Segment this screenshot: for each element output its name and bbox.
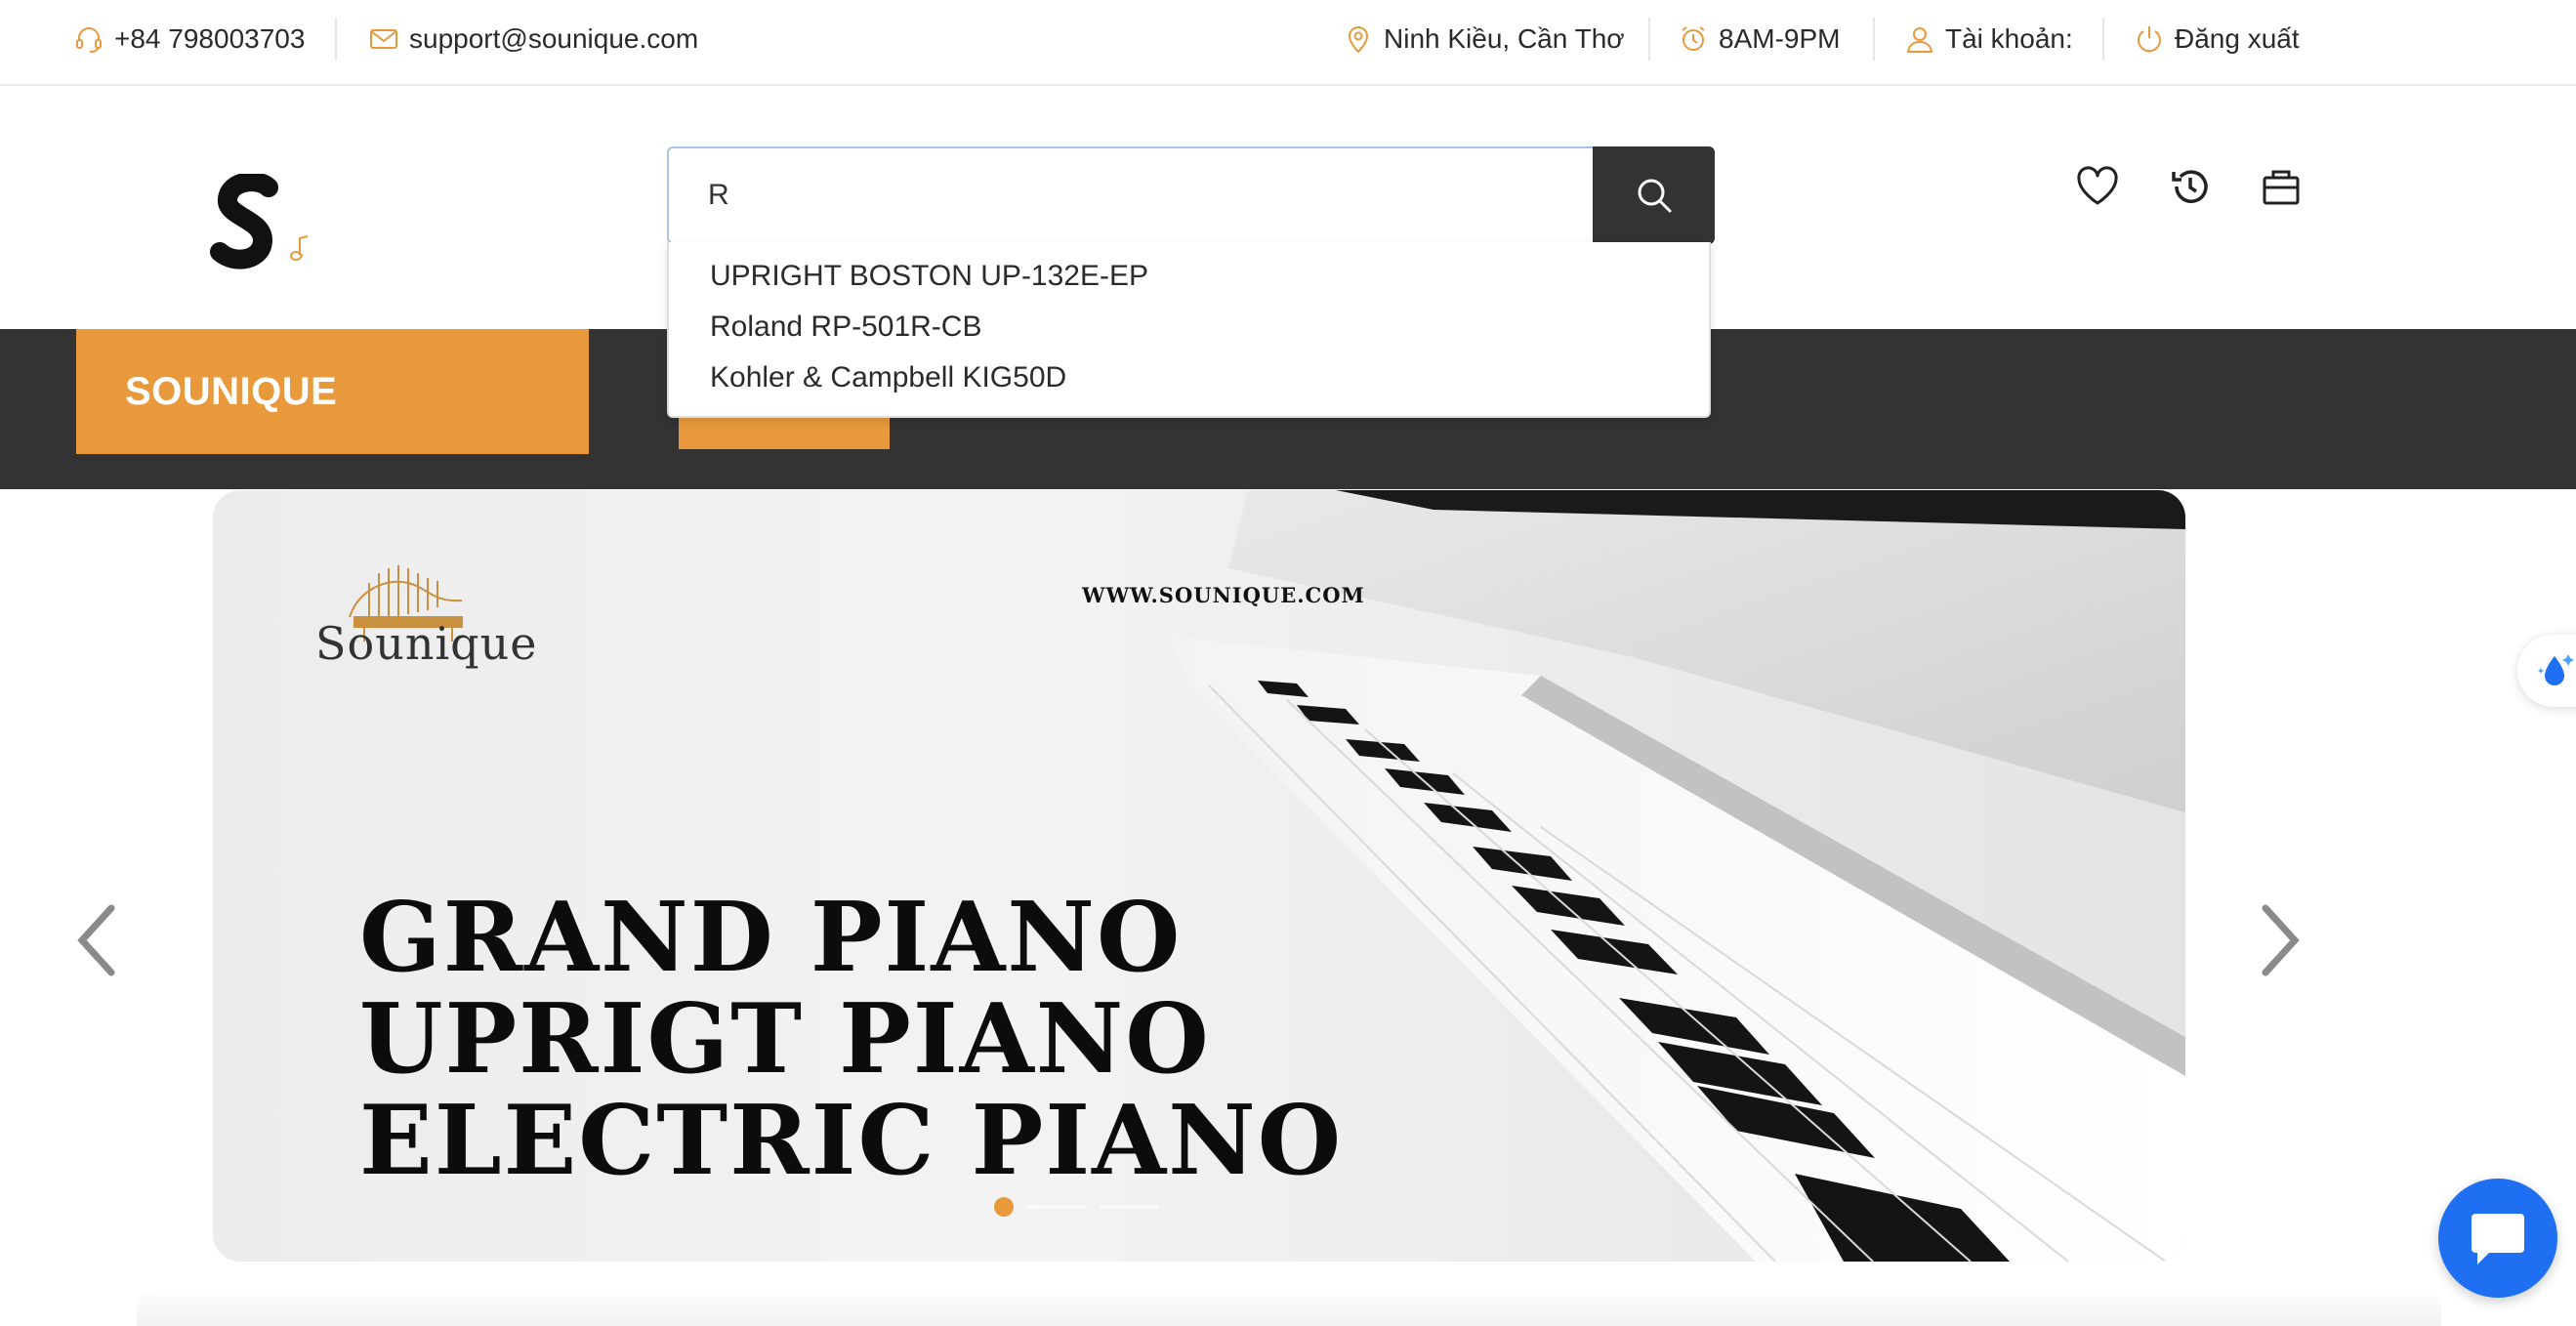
prev-slide-arrow-icon[interactable] <box>70 896 129 984</box>
headset-icon <box>76 27 102 53</box>
banner-logo-text: Sounique <box>315 617 538 670</box>
slide-dot[interactable] <box>1100 1205 1158 1209</box>
search-input[interactable] <box>667 146 1593 244</box>
account-label: Tài khoản: <box>1945 23 2073 54</box>
chat-button[interactable] <box>2438 1179 2557 1298</box>
cart-icon[interactable] <box>2259 164 2304 209</box>
divider <box>2102 18 2104 61</box>
divider <box>335 18 337 61</box>
slide-dot-active[interactable] <box>994 1197 1014 1217</box>
search-icon <box>1638 179 1671 213</box>
heart-icon[interactable] <box>2075 164 2120 209</box>
suggestion-item[interactable]: Kohler & Campbell KIG50D <box>710 361 1066 394</box>
hero-banner: Sounique WWW.SOUNIQUE.COM GRAND PIANO UP… <box>213 490 2185 1262</box>
map-pin-icon <box>1348 26 1369 54</box>
logout-link[interactable]: Đăng xuất <box>2134 20 2300 59</box>
hours-info: 8AM-9PM <box>1678 20 1840 59</box>
suggestion-item[interactable]: Roland RP-501R-CB <box>710 311 981 344</box>
user-icon <box>1906 27 1933 53</box>
email-address: support@sounique.com <box>409 23 699 54</box>
hours-text: 8AM-9PM <box>1719 23 1841 54</box>
email-contact[interactable]: support@sounique.com <box>368 20 698 59</box>
divider <box>1873 18 1875 61</box>
banner-url[interactable]: WWW.SOUNIQUE.COM <box>1082 583 1365 607</box>
power-icon <box>2138 26 2161 53</box>
water-drop-icon <box>2538 654 2574 685</box>
mail-icon <box>370 29 397 49</box>
phone-contact[interactable]: +84 798003703 <box>73 20 305 59</box>
alarm-clock-icon <box>1682 26 1705 51</box>
side-widget[interactable] <box>2517 635 2576 707</box>
site-logo[interactable] <box>200 174 317 281</box>
brand-label: SOUNIQUE <box>125 369 338 413</box>
history-icon[interactable] <box>2168 164 2213 209</box>
search-suggestions: UPRIGHT BOSTON UP-132E-EP Roland RP-501R… <box>667 242 1711 418</box>
slide-dot[interactable] <box>1027 1205 1086 1209</box>
phone-number: +84 798003703 <box>114 23 306 54</box>
slider-dots <box>994 1195 1158 1219</box>
account-link[interactable]: Tài khoản: <box>1904 20 2073 59</box>
headline-line: UPRIGT PIANO <box>359 983 1211 1096</box>
category-menu-button[interactable]: SOUNIQUE <box>76 329 589 454</box>
divider <box>1648 18 1650 61</box>
top-bar: +84 798003703 support@sounique.com Ninh … <box>0 0 2576 86</box>
next-slide-arrow-icon[interactable] <box>2248 896 2306 984</box>
search-bar <box>667 146 1715 244</box>
search-button[interactable] <box>1593 146 1715 244</box>
logout-label: Đăng xuất <box>2175 23 2300 54</box>
page: +84 798003703 support@sounique.com Ninh … <box>0 0 2576 1326</box>
suggestion-item[interactable]: UPRIGHT BOSTON UP-132E-EP <box>710 260 1148 293</box>
chat-bubble-icon <box>2472 1214 2524 1264</box>
location-info: Ninh Kiều, Cần Thơ <box>1343 20 1625 59</box>
next-section-edge <box>137 1289 2441 1326</box>
location-text: Ninh Kiều, Cần Thơ <box>1384 23 1625 54</box>
headline-line: ELECTRIC PIANO <box>359 1085 1344 1197</box>
headline-line: GRAND PIANO <box>359 882 1183 994</box>
